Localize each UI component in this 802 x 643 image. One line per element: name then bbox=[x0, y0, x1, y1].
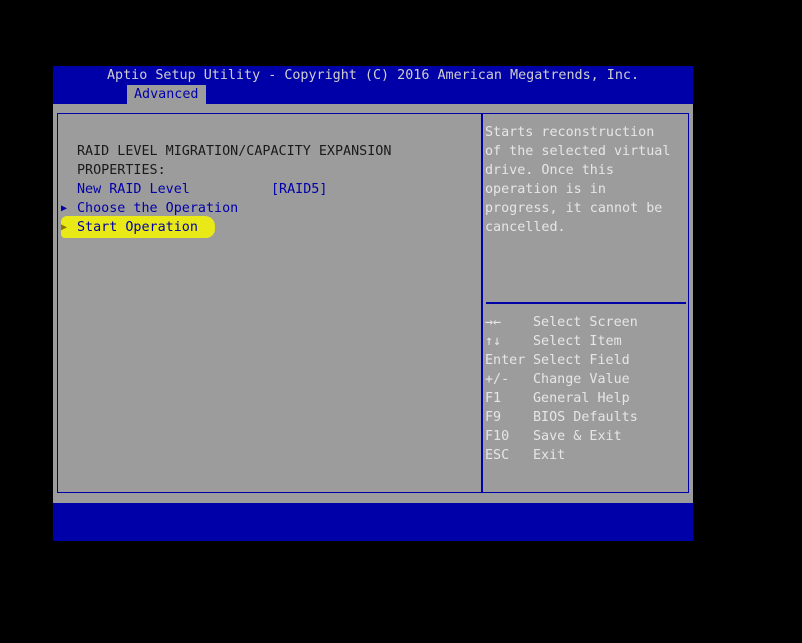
submenu-arrow-icon: ▶ bbox=[61, 222, 68, 233]
help-separator bbox=[486, 302, 686, 304]
key-action: BIOS Defaults bbox=[533, 410, 638, 425]
footer-bar bbox=[53, 503, 693, 541]
key-action: Change Value bbox=[533, 372, 630, 387]
key-name: Enter bbox=[485, 353, 526, 368]
new-raid-level-label[interactable]: New RAID Level bbox=[77, 180, 190, 199]
new-raid-level-value[interactable]: [RAID5] bbox=[271, 180, 327, 199]
help-line: cancelled. bbox=[485, 220, 566, 235]
title-bar: Aptio Setup Utility - Copyright (C) 2016… bbox=[53, 66, 693, 104]
content-frame: RAID LEVEL MIGRATION/CAPACITY EXPANSION … bbox=[57, 113, 689, 493]
help-line: operation is in bbox=[485, 182, 606, 197]
tab-advanced[interactable]: Advanced bbox=[127, 85, 206, 104]
key-action: Exit bbox=[533, 448, 566, 463]
key-name: F1 bbox=[485, 391, 502, 406]
key-name: F10 bbox=[485, 429, 510, 444]
section-heading-cont: PROPERTIES: bbox=[77, 163, 166, 178]
key-action: General Help bbox=[533, 391, 630, 406]
help-line: Starts reconstruction bbox=[485, 125, 655, 140]
help-line: drive. Once this bbox=[485, 163, 614, 178]
help-line: progress, it cannot be bbox=[485, 201, 663, 216]
key-name: +/- bbox=[485, 372, 510, 387]
key-action: Select Screen bbox=[533, 315, 638, 330]
app-title: Aptio Setup Utility - Copyright (C) 2016… bbox=[106, 68, 640, 83]
section-heading: RAID LEVEL MIGRATION/CAPACITY EXPANSION bbox=[77, 144, 392, 159]
key-name: F9 bbox=[485, 410, 502, 425]
key-action: Save & Exit bbox=[533, 429, 622, 444]
key-arrows-ud-icon: ↑↓ bbox=[485, 334, 502, 349]
key-action: Select Field bbox=[533, 353, 630, 368]
key-arrows-lr-icon: →← bbox=[485, 315, 502, 330]
bios-screen: Aptio Setup Utility - Copyright (C) 2016… bbox=[53, 66, 693, 541]
start-operation-item[interactable]: Start Operation bbox=[77, 218, 198, 237]
key-name: ESC bbox=[485, 448, 510, 463]
key-action: Select Item bbox=[533, 334, 622, 349]
help-line: of the selected virtual bbox=[485, 144, 671, 159]
panel-divider bbox=[481, 114, 483, 492]
